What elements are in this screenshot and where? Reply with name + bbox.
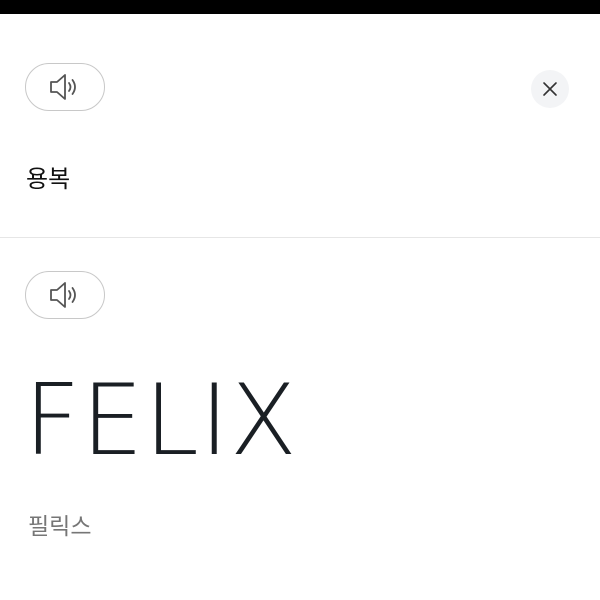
close-button[interactable] bbox=[531, 70, 569, 108]
close-icon bbox=[543, 82, 557, 96]
speaker-icon bbox=[50, 282, 76, 308]
target-speak-button[interactable] bbox=[25, 271, 105, 319]
divider bbox=[0, 237, 600, 238]
speaker-icon bbox=[50, 74, 76, 100]
status-bar bbox=[0, 0, 600, 14]
pronunciation-text: 필릭스 bbox=[28, 514, 92, 540]
source-speak-button[interactable] bbox=[25, 63, 105, 111]
translated-text: FELIX bbox=[24, 364, 298, 478]
source-text: 용복 bbox=[26, 165, 71, 193]
